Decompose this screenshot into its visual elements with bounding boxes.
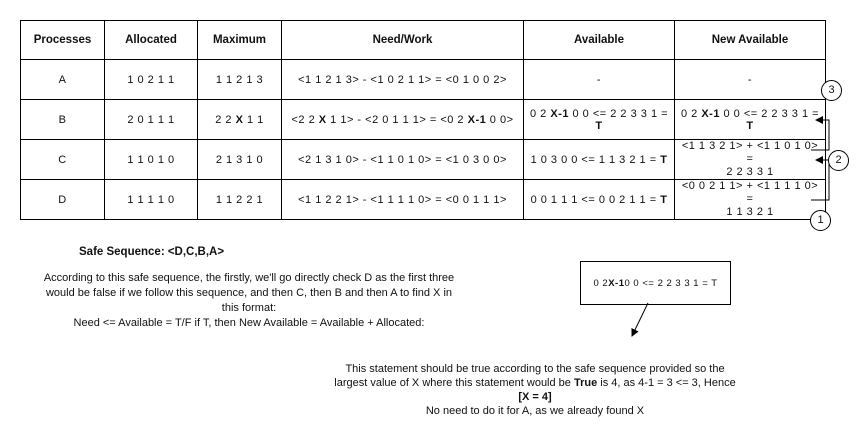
- conclusion-answer: [X = 4]: [518, 391, 552, 403]
- safe-sequence-title: Safe Sequence: <D,C,B,A>: [79, 246, 225, 258]
- arrow-c-to-b: [811, 116, 830, 151]
- callout-part-a: 0 2: [593, 277, 609, 289]
- explanation-line: would be false if we follow this sequenc…: [45, 287, 453, 299]
- arrow-d-to-c: [811, 156, 830, 201]
- conclusion-true: True: [573, 377, 598, 389]
- callout-box: 0 2 X-1 0 0 <= 2 2 3 3 1 = T: [580, 261, 731, 305]
- step-2-node: 2: [828, 150, 849, 171]
- conclusion-part: is 4, as 4-1 = 3 <= 3, Hence: [597, 377, 736, 389]
- step-1-node: 1: [810, 210, 831, 231]
- callout-x-minus-1: X-1: [608, 277, 625, 289]
- conclusion-line: This statement should be true according …: [345, 363, 725, 375]
- conclusion-line: largest value of X where this statement …: [300, 376, 770, 390]
- explanation-line: Need <= Available = T/F if T, then New A…: [73, 317, 425, 329]
- conclusion-part: largest value of X where this statement …: [334, 377, 574, 389]
- explanation-line: this format:: [221, 302, 277, 314]
- callout-pointer: [631, 302, 649, 337]
- conclusion-line: No need to do it for A, as we already fo…: [425, 405, 645, 417]
- explanation-text: According to this safe sequence, the fir…: [14, 271, 484, 331]
- conclusion-text: This statement should be true according …: [300, 362, 770, 418]
- explanation-line: According to this safe sequence, the fir…: [43, 272, 455, 284]
- step-3-node: 3: [821, 80, 842, 101]
- callout-part-b: 0 0 <= 2 2 3 3 1 = T: [624, 277, 718, 289]
